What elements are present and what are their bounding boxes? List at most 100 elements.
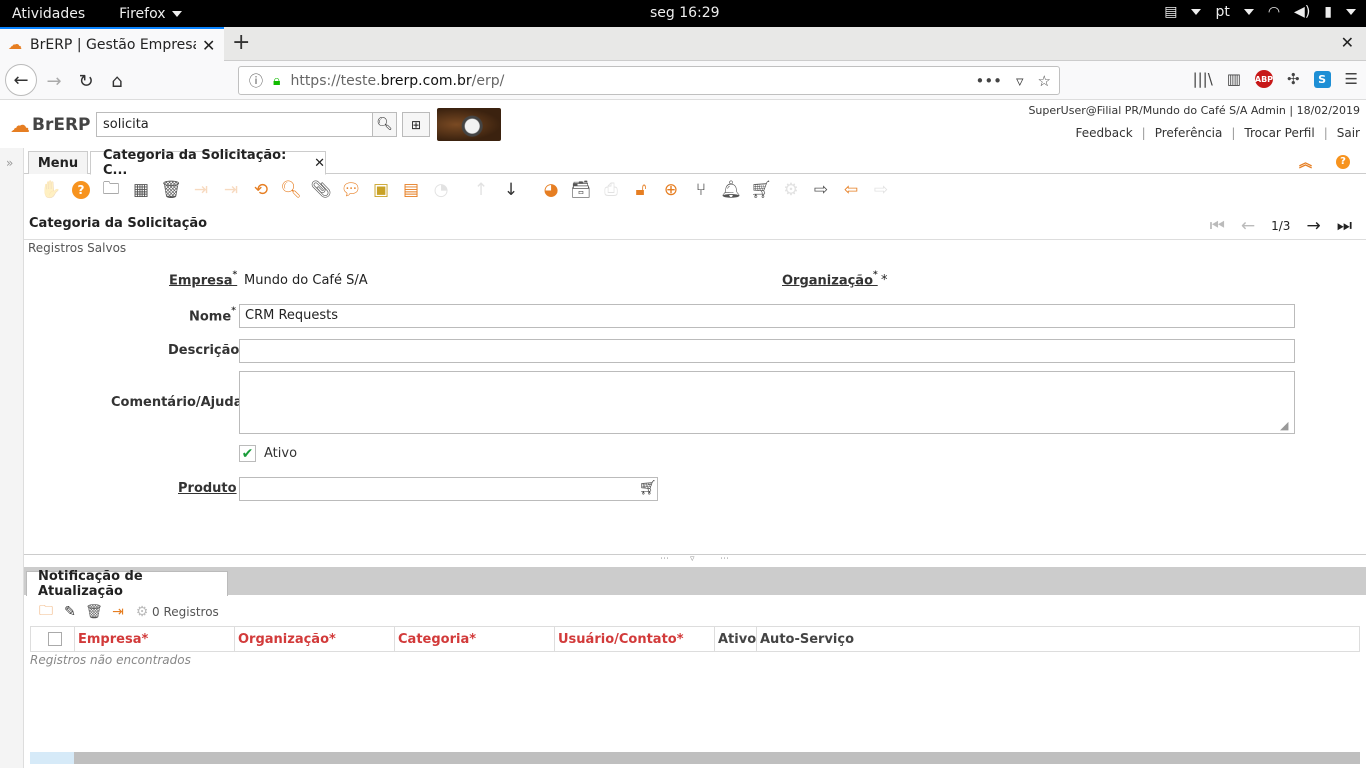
- request-icon[interactable]: 🔔︎: [716, 177, 746, 203]
- url-bar[interactable]: ⓘ 🔒︎ https://teste.brerp.com.br/erp/ •••…: [238, 66, 1060, 95]
- product-info-icon[interactable]: 🛒︎: [746, 177, 776, 203]
- export-icon[interactable]: ⇨: [806, 177, 836, 203]
- delete-record-icon[interactable]: 🗑︎: [156, 177, 186, 203]
- archive-icon[interactable]: 🗃︎: [566, 177, 596, 203]
- resize-handle-icon[interactable]: ◢: [1280, 419, 1288, 432]
- clipboard-icon[interactable]: ▤: [1164, 4, 1177, 20]
- ativo-checkbox[interactable]: ✔: [239, 445, 256, 462]
- column-empresa[interactable]: Empresa*: [75, 626, 235, 652]
- app-menu[interactable]: Firefox: [119, 6, 182, 22]
- pocket-icon[interactable]: ▿: [1016, 72, 1024, 90]
- select-all-checkbox[interactable]: [48, 632, 62, 646]
- forward-button[interactable]: →: [40, 67, 68, 95]
- edit-detail-icon[interactable]: ✎: [62, 604, 78, 620]
- global-search-input[interactable]: solicita: [96, 112, 374, 137]
- horizontal-scrollbar[interactable]: [30, 752, 1360, 764]
- splitter-collapse-icon[interactable]: ▿: [690, 554, 695, 564]
- find-icon[interactable]: 🔍︎: [276, 177, 306, 203]
- ignore-icon[interactable]: ✋: [36, 177, 66, 203]
- grid-toggle-icon[interactable]: ▤: [396, 177, 426, 203]
- product-search-cart-icon[interactable]: 🛒︎: [639, 480, 657, 496]
- feedback-link[interactable]: Feedback: [1076, 126, 1133, 140]
- system-tray[interactable]: ▤ pt ◠ ◀) ▮: [1164, 4, 1356, 20]
- quick-form-icon[interactable]: ⇨: [866, 177, 896, 203]
- browser-tab[interactable]: ☁ BrERP | Gestão Empresarial ✕: [0, 27, 224, 61]
- sidebar-icon[interactable]: ▥: [1227, 70, 1241, 88]
- back-button[interactable]: ←: [5, 64, 37, 96]
- logout-link[interactable]: Sair: [1337, 126, 1360, 140]
- column-usuario-contato[interactable]: Usuário/Contato*: [555, 626, 715, 652]
- west-collapse-strip[interactable]: »: [0, 148, 24, 768]
- first-record-icon[interactable]: ⏮: [1210, 216, 1225, 236]
- save-detail-icon[interactable]: ⇥: [110, 604, 126, 620]
- panel-splitter[interactable]: ⋯ ▿ ⋯: [24, 554, 1366, 567]
- new-tab-button[interactable]: +: [232, 30, 250, 55]
- parent-record-icon[interactable]: ↑: [466, 177, 496, 203]
- change-role-link[interactable]: Trocar Perfil: [1244, 126, 1314, 140]
- nome-input[interactable]: CRM Requests: [239, 304, 1295, 328]
- close-tab-icon[interactable]: ✕: [202, 36, 215, 55]
- menu-tree-button[interactable]: ⊞: [402, 112, 430, 137]
- clock[interactable]: seg 16:29: [650, 5, 720, 21]
- save-icon[interactable]: ⇥: [186, 177, 216, 203]
- home-button[interactable]: ⌂: [103, 67, 131, 95]
- language-indicator[interactable]: pt: [1215, 4, 1229, 20]
- zoom-across-icon[interactable]: ⊕: [656, 177, 686, 203]
- last-record-icon[interactable]: ⏭: [1337, 216, 1352, 236]
- new-detail-icon[interactable]: 🗀: [38, 603, 54, 620]
- activities-button[interactable]: Atividades: [12, 6, 85, 22]
- import-icon[interactable]: ⇦: [836, 177, 866, 203]
- preferences-link[interactable]: Preferência: [1155, 126, 1223, 140]
- descricao-input[interactable]: [239, 339, 1295, 363]
- print-icon[interactable]: ⎙: [596, 177, 626, 203]
- produto-input[interactable]: [239, 477, 658, 501]
- workflow-icon[interactable]: ⑂: [686, 177, 716, 203]
- extension-icon[interactable]: ✣: [1287, 70, 1300, 88]
- search-button[interactable]: 🔍︎: [372, 112, 397, 137]
- report-icon[interactable]: ◕: [536, 177, 566, 203]
- scrollbar-thumb[interactable]: [30, 752, 74, 764]
- new-record-icon[interactable]: 🗀: [96, 177, 126, 203]
- hamburger-menu-icon[interactable]: ☰: [1345, 70, 1358, 88]
- menu-tab[interactable]: Menu: [28, 151, 88, 174]
- delete-detail-icon[interactable]: 🗑︎: [85, 604, 103, 620]
- tab-notificacao[interactable]: Notificação de Atualização: [26, 569, 228, 599]
- close-window-icon[interactable]: ✕: [314, 156, 325, 171]
- window-close-icon[interactable]: ✕: [1341, 33, 1354, 52]
- column-organizacao[interactable]: Organização*: [235, 626, 395, 652]
- comentario-textarea[interactable]: [239, 371, 1295, 434]
- detail-record-icon[interactable]: ↓: [496, 177, 526, 203]
- organizacao-label[interactable]: Organização*: [782, 270, 878, 288]
- adblock-icon[interactable]: ABP: [1255, 70, 1273, 88]
- bookmark-star-icon[interactable]: ☆: [1038, 72, 1051, 90]
- help-button[interactable]: ?: [66, 177, 96, 203]
- next-record-icon[interactable]: →: [1306, 216, 1320, 236]
- detail-toolbar: 🗀 ✎ 🗑︎ ⇥ ⚙ 0 Registros: [38, 603, 219, 620]
- window-tab-categoria[interactable]: Categoria da Solicitação: C... ✕: [90, 148, 326, 178]
- url-text[interactable]: https://teste.brerp.com.br/erp/: [290, 73, 504, 89]
- save-and-new-icon[interactable]: ⇥: [216, 177, 246, 203]
- column-auto-servico[interactable]: Auto-Serviço: [757, 626, 877, 652]
- column-categoria[interactable]: Categoria*: [395, 626, 555, 652]
- page-actions-icon[interactable]: •••: [975, 72, 1002, 90]
- help-icon[interactable]: ?: [1336, 154, 1350, 169]
- post-it-icon[interactable]: ▣: [366, 177, 396, 203]
- expand-chevron-icon[interactable]: »: [6, 156, 13, 170]
- column-ativo[interactable]: Ativo: [715, 626, 757, 652]
- reload-button[interactable]: ↻: [72, 67, 100, 95]
- attachment-icon[interactable]: 📎︎: [306, 177, 336, 203]
- lock-record-icon[interactable]: 🔓︎: [626, 177, 656, 203]
- produto-label[interactable]: Produto: [178, 481, 237, 496]
- skype-icon[interactable]: S: [1313, 70, 1331, 88]
- process-detail-icon[interactable]: ⚙: [134, 604, 150, 620]
- library-icon[interactable]: |||\: [1193, 70, 1213, 88]
- palette-icon[interactable]: ◔: [426, 177, 456, 203]
- info-icon[interactable]: ⓘ: [249, 71, 263, 91]
- refresh-icon[interactable]: ⟲: [246, 177, 276, 203]
- previous-record-icon[interactable]: ←: [1241, 216, 1255, 236]
- copy-record-icon[interactable]: ▦: [126, 177, 156, 203]
- process-icon[interactable]: ⚙: [776, 177, 806, 203]
- chat-icon[interactable]: 💬︎: [336, 177, 366, 203]
- collapse-up-icon[interactable]: ︽: [1299, 152, 1312, 171]
- empresa-label[interactable]: Empresa*: [169, 270, 237, 288]
